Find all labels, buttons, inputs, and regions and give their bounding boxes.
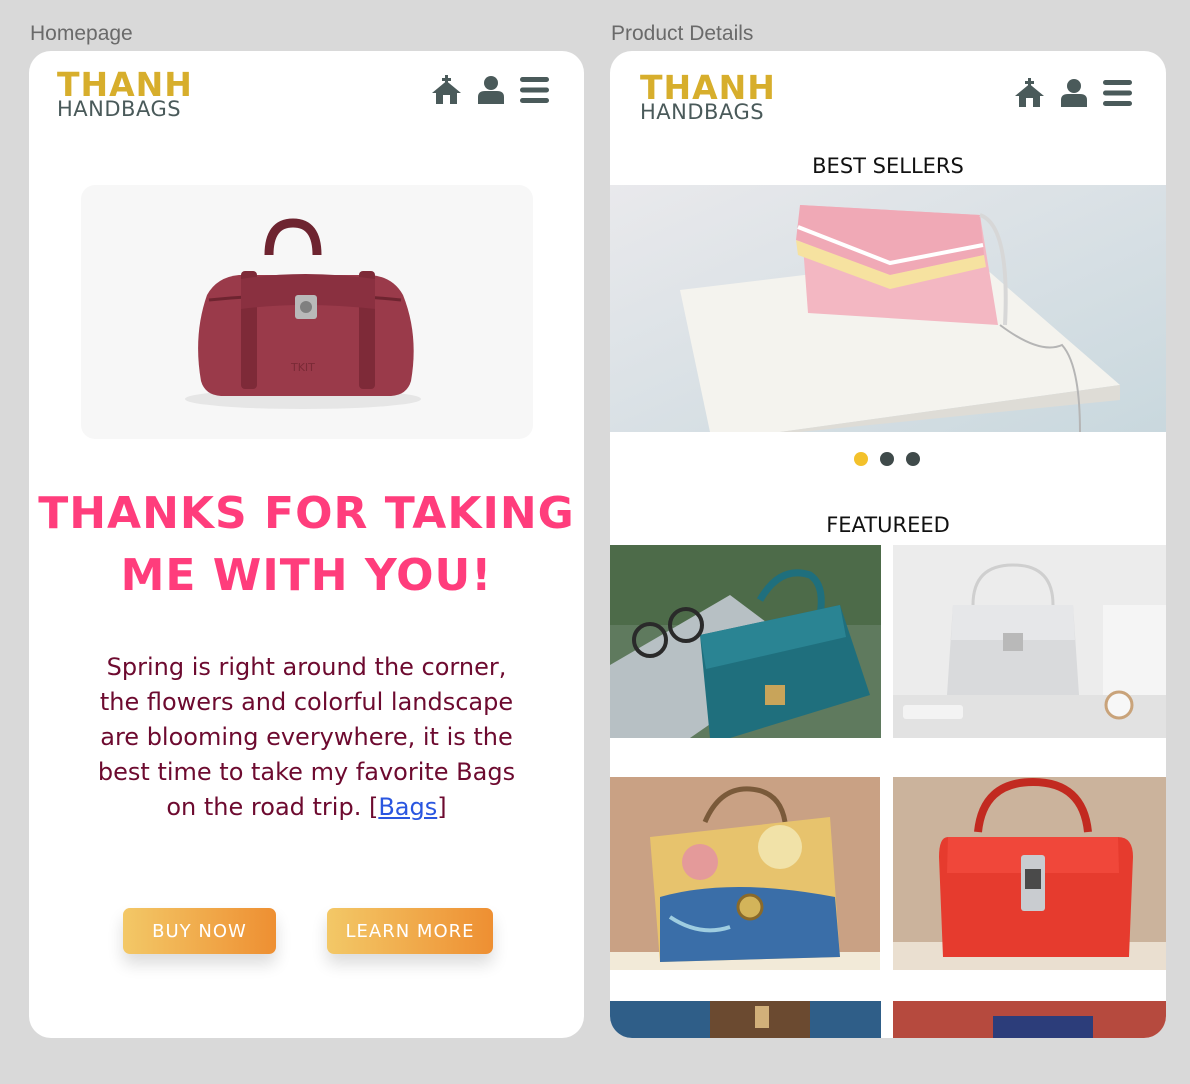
- body-line: best time to take my favorite Bags: [97, 758, 516, 786]
- menu-icon[interactable]: [520, 76, 549, 104]
- featured-title: FEATUREED: [826, 513, 950, 537]
- logo-line2: HANDBAGS: [57, 97, 182, 121]
- carousel-dot-1[interactable]: [854, 452, 868, 466]
- featured-item-navy-bag[interactable]: [893, 1001, 1166, 1038]
- frame-title-product-details: Product Details: [611, 22, 754, 45]
- body-line-last: on the road trip. [Bags]: [89, 790, 524, 825]
- carousel-dots: [854, 452, 920, 466]
- nav-icons: [431, 75, 549, 105]
- home-icon[interactable]: [1014, 78, 1045, 108]
- home-icon[interactable]: [431, 75, 462, 105]
- user-icon[interactable]: [1059, 78, 1089, 108]
- hero-handbag-image: TKIT: [81, 185, 533, 439]
- svg-text:TKIT: TKIT: [290, 361, 315, 374]
- body-line: Spring is right around the corner,: [106, 653, 507, 681]
- body-line: the flowers and colorful landscape: [99, 688, 514, 716]
- headline: THANKS FOR TAKING ME WITH YOU!: [29, 483, 584, 607]
- logo-line2: HANDBAGS: [640, 100, 765, 124]
- logo[interactable]: THANH HANDBAGS: [640, 71, 776, 123]
- buy-now-button[interactable]: BUY NOW: [123, 908, 276, 954]
- featured-item-monogram-bag[interactable]: [610, 1001, 881, 1038]
- bags-link[interactable]: Bags: [378, 793, 437, 821]
- featured-item-red-bag[interactable]: [893, 777, 1166, 970]
- nav-icons: [1014, 78, 1132, 108]
- headline-line1: THANKS FOR TAKING: [38, 488, 575, 539]
- carousel-dot-2[interactable]: [880, 452, 894, 466]
- learn-more-button[interactable]: LEARN MORE: [327, 908, 493, 954]
- body-line: are blooming everywhere, it is the: [100, 723, 513, 751]
- body-copy: Spring is right around the corner, the f…: [89, 650, 524, 825]
- body-last-suffix: ]: [437, 793, 447, 821]
- logo[interactable]: THANH HANDBAGS: [57, 68, 193, 120]
- body-last-prefix: on the road trip. [: [166, 793, 379, 821]
- featured-item-white-bag[interactable]: [893, 545, 1166, 738]
- frame-title-homepage: Homepage: [30, 22, 133, 45]
- carousel-dot-3[interactable]: [906, 452, 920, 466]
- featured-item-floral-bag[interactable]: [610, 777, 880, 970]
- homepage-screen: THANH HANDBAGS TKIT THANKS FOR TAKING ME…: [29, 51, 584, 1038]
- menu-icon[interactable]: [1103, 79, 1132, 107]
- best-seller-carousel-image[interactable]: [610, 185, 1166, 433]
- user-icon[interactable]: [476, 75, 506, 105]
- product-details-screen: THANH HANDBAGS BEST SELLERS FEATUREED: [610, 51, 1166, 1038]
- headline-line2: ME WITH YOU!: [120, 550, 493, 601]
- featured-item-teal-bag[interactable]: [610, 545, 881, 738]
- best-sellers-title: BEST SELLERS: [812, 154, 964, 178]
